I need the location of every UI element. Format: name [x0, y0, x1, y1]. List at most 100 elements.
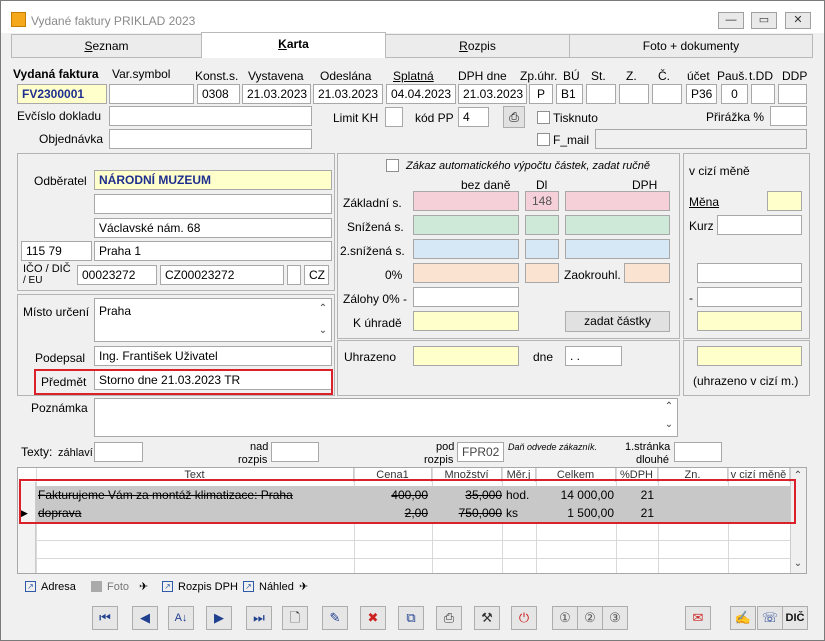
- ddp-field[interactable]: [778, 84, 807, 104]
- zakladni-bez-dane-field[interactable]: [413, 191, 519, 211]
- customer-zip-field[interactable]: 115 79: [21, 241, 92, 261]
- poznamka-field[interactable]: [94, 398, 678, 437]
- foreign-paid-field[interactable]: [697, 346, 802, 366]
- limit-kh-field[interactable]: [385, 107, 403, 127]
- vystavena-field[interactable]: 21.03.2023: [242, 84, 311, 104]
- nahled-pin-icon[interactable]: ✈: [299, 580, 308, 593]
- note-scroll-down-icon[interactable]: ⌄: [661, 419, 677, 430]
- customer-line2-field[interactable]: [94, 194, 332, 214]
- minimize-button[interactable]: —: [718, 12, 744, 29]
- nahled-link[interactable]: Náhled: [259, 581, 294, 593]
- snizena-bez-dane-field[interactable]: [413, 215, 519, 235]
- snizena-dl-field[interactable]: [525, 215, 559, 235]
- pod-rozpis-field[interactable]: FPR02: [457, 442, 504, 462]
- dic-flag-field[interactable]: [287, 265, 301, 285]
- rozpis-dph-link[interactable]: Rozpis DPH: [178, 581, 238, 593]
- prirazka-field[interactable]: [770, 106, 807, 126]
- k-uhrade-field[interactable]: [413, 311, 519, 331]
- paus-field[interactable]: 0: [721, 84, 748, 104]
- delete-icon[interactable]: ✖: [360, 606, 386, 630]
- zakladni-dph-field[interactable]: [565, 191, 670, 211]
- snizena2-dl-field[interactable]: [525, 239, 559, 259]
- zakladni-dl-field[interactable]: 148: [525, 191, 559, 211]
- sort-az-icon[interactable]: A↓: [168, 606, 194, 630]
- zaokrouhl-field[interactable]: [624, 263, 670, 283]
- ico-field[interactable]: 00023272: [77, 265, 157, 285]
- foto-pin-icon[interactable]: ✈: [139, 580, 148, 593]
- snizena2-dph-field[interactable]: [565, 239, 670, 259]
- scroll-down-icon[interactable]: ⌄: [315, 325, 331, 336]
- zakaz-checkbox[interactable]: [386, 159, 399, 172]
- tab-rozpis[interactable]: Rozpis: [385, 34, 570, 58]
- nula-dl-field[interactable]: [525, 263, 559, 283]
- konst-field[interactable]: 0308: [197, 84, 240, 104]
- first-record-icon[interactable]: ⏮: [92, 606, 118, 630]
- tisknuto-checkbox[interactable]: [537, 111, 550, 124]
- printer-icon[interactable]: ⎙: [503, 106, 525, 128]
- nula-bez-dane-field[interactable]: [413, 263, 519, 283]
- dne-field[interactable]: . .: [565, 346, 622, 366]
- snizena-dph-field[interactable]: [565, 215, 670, 235]
- foreign-zalohy-field[interactable]: [697, 287, 802, 307]
- email-icon[interactable]: ✉: [685, 606, 711, 630]
- foto-link[interactable]: Foto: [107, 581, 129, 593]
- objednavka-field[interactable]: [109, 129, 312, 149]
- nad-rozpis-field[interactable]: [271, 442, 319, 462]
- bu-field[interactable]: B1: [556, 84, 583, 104]
- kurz-field[interactable]: [717, 215, 802, 235]
- zahlavi-field[interactable]: [94, 442, 143, 462]
- dic-field[interactable]: CZ00023272: [160, 265, 284, 285]
- maximize-button[interactable]: ▭: [751, 12, 777, 29]
- tab-foto-dokumenty[interactable]: Foto + dokumenty: [569, 34, 813, 58]
- customer-city-field[interactable]: Praha 1: [94, 241, 332, 261]
- zalohy-field[interactable]: [413, 287, 519, 307]
- varsym-field[interactable]: [109, 84, 194, 104]
- c-field[interactable]: [652, 84, 682, 104]
- speaker-2-icon[interactable]: ②: [577, 606, 603, 630]
- print-icon[interactable]: ⎙: [436, 606, 462, 630]
- fmail-field[interactable]: [595, 129, 807, 149]
- customer-street-field[interactable]: Václavské nám. 68: [94, 218, 332, 238]
- ucet-field[interactable]: P36: [686, 84, 717, 104]
- next-record-icon[interactable]: ▶: [206, 606, 232, 630]
- fmail-checkbox[interactable]: [537, 133, 550, 146]
- tools-icon[interactable]: ⚒: [474, 606, 500, 630]
- vat-check-icon[interactable]: ☏: [757, 606, 783, 630]
- tab-karta[interactable]: Karta: [201, 32, 386, 58]
- misto-urceni-field[interactable]: Praha: [94, 298, 332, 342]
- dic-icon[interactable]: DIČ: [782, 606, 808, 630]
- evcislo-field[interactable]: [109, 106, 312, 126]
- z-field[interactable]: [619, 84, 649, 104]
- copy-icon[interactable]: ⧉: [398, 606, 424, 630]
- stranka-field[interactable]: [674, 442, 722, 462]
- podepsal-field[interactable]: Ing. František Uživatel: [94, 346, 332, 366]
- doc-number-field[interactable]: FV2300001: [17, 84, 107, 104]
- snizena2-bez-dane-field[interactable]: [413, 239, 519, 259]
- speaker-1-icon[interactable]: ①: [552, 606, 578, 630]
- dph-dne-field[interactable]: 21.03.2023: [458, 84, 527, 104]
- mena-field[interactable]: [767, 191, 802, 211]
- sign-icon[interactable]: ✍: [730, 606, 756, 630]
- foreign-amount-field[interactable]: [697, 263, 802, 283]
- uhrazeno-field[interactable]: [413, 346, 519, 366]
- customer-name-field[interactable]: NÁRODNÍ MUZEUM: [94, 170, 332, 190]
- last-record-icon[interactable]: ⏭: [246, 606, 272, 630]
- speaker-3-icon[interactable]: ③: [602, 606, 628, 630]
- adresa-link[interactable]: Adresa: [41, 581, 76, 593]
- st-field[interactable]: [586, 84, 616, 104]
- splatna-field[interactable]: 04.04.2023: [386, 84, 456, 104]
- new-document-icon[interactable]: 🗋: [282, 606, 308, 630]
- tab-seznam[interactable]: Seznam: [11, 34, 202, 58]
- country-field[interactable]: CZ: [304, 265, 329, 285]
- note-scroll-up-icon[interactable]: ⌃: [661, 401, 677, 412]
- close-button[interactable]: ✕: [785, 12, 811, 29]
- zpuhr-field[interactable]: P: [529, 84, 553, 104]
- prev-record-icon[interactable]: ◀: [132, 606, 158, 630]
- zadat-castky-button[interactable]: zadat částky: [565, 311, 670, 332]
- grid-scroll-down-icon[interactable]: ⌄: [790, 558, 806, 569]
- edit-icon[interactable]: ✎: [322, 606, 348, 630]
- scroll-up-icon[interactable]: ⌃: [315, 303, 331, 314]
- kodpp-field[interactable]: 4: [458, 107, 489, 127]
- odeslana-field[interactable]: 21.03.2023: [313, 84, 383, 104]
- power-icon[interactable]: ⏻: [511, 606, 537, 630]
